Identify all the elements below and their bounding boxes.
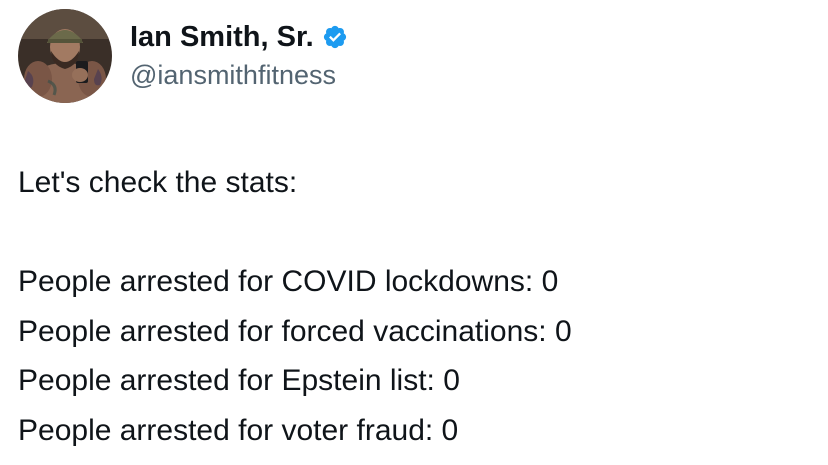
author-names: Ian Smith, Sr. @iansmithfitness xyxy=(130,19,348,93)
tweet-line: People arrested for Epstein list: 0 xyxy=(18,364,460,397)
tweet-text: Let's check the stats: People arrested f… xyxy=(18,158,818,455)
avatar[interactable] xyxy=(18,9,112,103)
verified-badge-icon xyxy=(322,24,348,50)
tweet-intro: Let's check the stats: xyxy=(18,166,298,199)
tweet-line: People arrested for forced vaccinations:… xyxy=(18,314,572,348)
display-name[interactable]: Ian Smith, Sr. xyxy=(130,19,314,55)
avatar-image xyxy=(18,9,112,103)
handle[interactable]: @iansmithfitness xyxy=(130,57,348,93)
display-name-row[interactable]: Ian Smith, Sr. xyxy=(130,19,348,55)
tweet: Ian Smith, Sr. @iansmithfitness Let's ch… xyxy=(0,0,828,465)
tweet-header: Ian Smith, Sr. @iansmithfitness xyxy=(18,8,348,104)
tweet-line: People arrested for COVID lockdowns: 0 xyxy=(18,265,559,298)
tweet-line: People arrested for voter fraud: 0 xyxy=(18,413,459,447)
